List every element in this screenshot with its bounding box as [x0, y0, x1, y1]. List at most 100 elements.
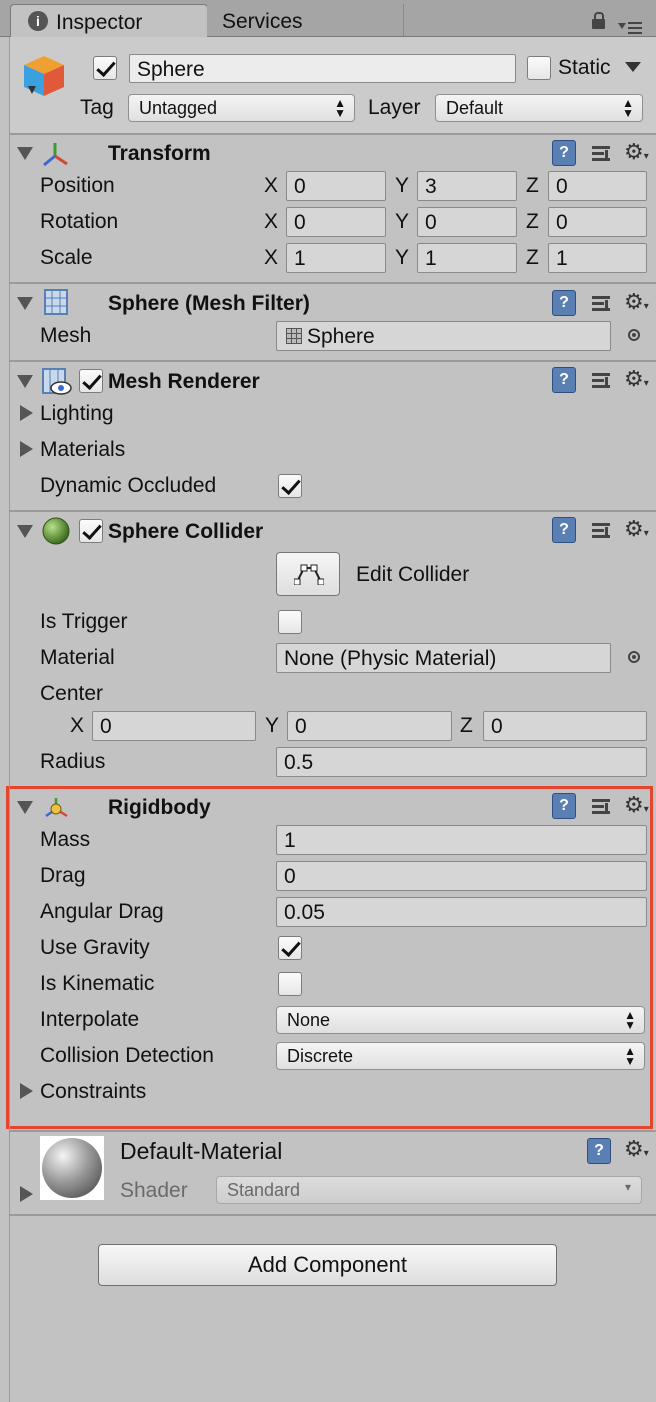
help-icon[interactable]: ? [587, 1138, 611, 1164]
radius-field[interactable]: 0.5 [276, 747, 647, 777]
axis-label-x: X [264, 246, 279, 269]
object-picker-icon[interactable] [628, 651, 640, 663]
presets-icon[interactable] [590, 519, 614, 541]
rotation-x-field[interactable]: 0 [286, 207, 386, 237]
mesh-renderer-icon [42, 368, 72, 395]
position-x-field[interactable]: 0 [286, 171, 386, 201]
divider [10, 510, 656, 512]
divider [10, 282, 656, 284]
tab-menu-icon[interactable] [618, 14, 644, 34]
gear-icon[interactable]: ⚙▾ [624, 366, 654, 392]
foldout-arrow-icon[interactable] [20, 441, 33, 457]
static-checkbox[interactable] [527, 56, 551, 80]
scale-y-field[interactable]: 1 [417, 243, 517, 273]
axis-label-x: X [264, 174, 279, 197]
updown-arrows-icon: ▲ ▼ [622, 96, 634, 120]
edit-collider-button[interactable] [276, 552, 340, 596]
divider [10, 133, 656, 135]
material-preview-icon [40, 1136, 104, 1200]
transform-axes-icon [43, 143, 68, 167]
position-z-field[interactable]: 0 [548, 171, 647, 201]
position-y-field[interactable]: 3 [417, 171, 517, 201]
center-x-field[interactable]: 0 [92, 711, 256, 741]
updown-arrows-icon: ▲ ▼ [334, 96, 346, 120]
axis-label-z: Z [526, 174, 539, 197]
rotation-z-field[interactable]: 0 [548, 207, 647, 237]
is-trigger-checkbox[interactable] [278, 610, 302, 634]
object-picker-icon[interactable] [628, 329, 640, 341]
mesh-object-field[interactable]: Sphere [276, 321, 611, 351]
dynamic-occluded-label: Dynamic Occluded [40, 474, 217, 497]
center-z-field[interactable]: 0 [483, 711, 647, 741]
info-icon: i [28, 11, 48, 31]
scale-z-field[interactable]: 1 [548, 243, 647, 273]
object-name-input[interactable]: Sphere [129, 54, 516, 83]
divider [10, 360, 656, 362]
help-icon[interactable]: ? [552, 140, 576, 166]
axis-label-z: Z [460, 714, 473, 737]
foldout-arrow-icon[interactable] [20, 1186, 33, 1202]
presets-icon[interactable] [590, 292, 614, 314]
center-y-field[interactable]: 0 [287, 711, 452, 741]
tag-label: Tag [80, 96, 114, 119]
foldout-arrow-icon[interactable] [17, 525, 33, 538]
axis-label-y: Y [395, 246, 410, 269]
foldout-arrow-icon[interactable] [17, 147, 33, 160]
edit-collider-label: Edit Collider [356, 563, 470, 586]
lock-icon[interactable] [592, 12, 605, 30]
presets-icon[interactable] [590, 369, 614, 391]
left-edge-border [9, 37, 10, 1402]
gameobject-cube-icon [24, 56, 64, 96]
rotation-y-field[interactable]: 0 [417, 207, 517, 237]
help-icon[interactable]: ? [552, 367, 576, 393]
mesh-value: Sphere [307, 325, 375, 348]
mesh-icon [286, 328, 302, 344]
gear-icon[interactable]: ⚙▾ [624, 289, 654, 315]
component-title-mesh-filter: Sphere (Mesh Filter) [108, 292, 310, 315]
dynamic-occluded-checkbox[interactable] [278, 474, 302, 498]
lighting-foldout[interactable]: Lighting [40, 403, 114, 424]
axis-label-x: X [70, 714, 85, 737]
gear-icon[interactable]: ⚙▾ [624, 516, 654, 542]
layer-dropdown[interactable]: Default ▲ ▼ [435, 94, 643, 122]
divider [10, 1214, 656, 1216]
materials-foldout[interactable]: Materials [40, 439, 125, 460]
scale-label: Scale [40, 246, 93, 269]
tab-inspector[interactable]: i Inspector [10, 4, 208, 38]
gear-icon[interactable]: ⚙▾ [624, 1136, 654, 1162]
tab-services[interactable]: Services [207, 4, 404, 36]
axis-label-y: Y [395, 174, 410, 197]
add-component-button[interactable]: Add Component [98, 1244, 557, 1286]
help-icon[interactable]: ? [552, 517, 576, 543]
mesh-renderer-enabled-checkbox[interactable] [79, 369, 103, 393]
edit-collider-icon [294, 564, 324, 585]
tab-services-label: Services [222, 10, 303, 33]
divider [10, 1130, 656, 1132]
shader-dropdown[interactable]: Standard ▾ [216, 1176, 642, 1204]
tag-dropdown-value: Untagged [139, 98, 218, 118]
material-label: Material [40, 646, 115, 669]
rotation-label: Rotation [40, 210, 119, 233]
active-checkbox[interactable] [93, 56, 117, 80]
scale-x-field[interactable]: 1 [286, 243, 386, 273]
tag-dropdown[interactable]: Untagged ▲ ▼ [128, 94, 355, 122]
mesh-filter-icon [44, 289, 68, 315]
is-trigger-label: Is Trigger [40, 610, 128, 633]
help-icon[interactable]: ? [552, 290, 576, 316]
shader-label: Shader [120, 1179, 188, 1202]
axis-label-z: Z [526, 210, 539, 233]
mesh-label: Mesh [40, 324, 92, 347]
axis-label-y: Y [265, 714, 280, 737]
layer-dropdown-value: Default [446, 98, 504, 118]
sphere-collider-enabled-checkbox[interactable] [79, 519, 103, 543]
physic-material-field[interactable]: None (Physic Material) [276, 643, 611, 673]
shader-value: Standard [227, 1180, 301, 1200]
component-title-mesh-renderer: Mesh Renderer [108, 370, 260, 393]
gear-icon[interactable]: ⚙▾ [624, 139, 654, 165]
foldout-arrow-icon[interactable] [17, 297, 33, 310]
static-dropdown-arrow-icon[interactable] [625, 62, 641, 72]
foldout-arrow-icon[interactable] [17, 375, 33, 388]
center-label: Center [40, 682, 104, 705]
foldout-arrow-icon[interactable] [20, 405, 33, 421]
presets-icon[interactable] [590, 142, 614, 164]
